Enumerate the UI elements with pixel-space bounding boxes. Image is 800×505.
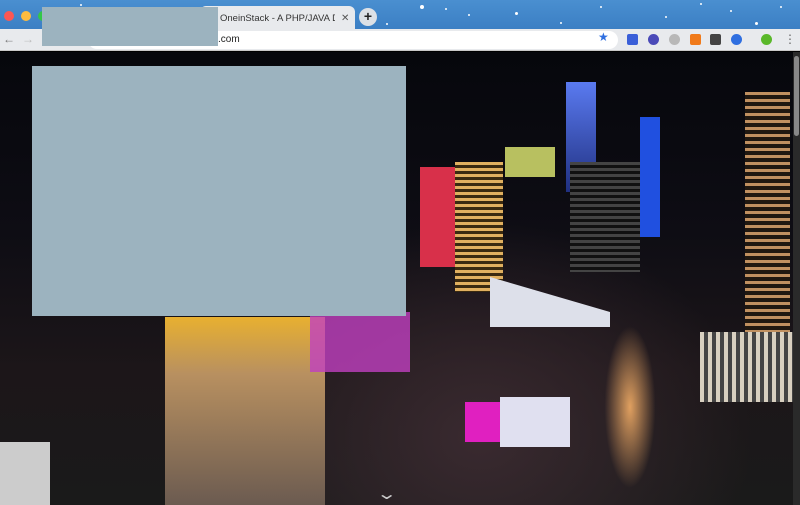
bookmark-star-icon[interactable]: ★ xyxy=(598,30,609,44)
jh-extension-icon[interactable] xyxy=(627,34,638,45)
url-text: .com xyxy=(218,34,240,45)
lifebuoy-extension-icon[interactable] xyxy=(731,34,742,45)
tab-title: OneinStack - A PHP/JAVA Dep xyxy=(220,12,335,24)
redacted-content-region xyxy=(32,66,406,316)
profile-extension-icon[interactable] xyxy=(761,34,772,45)
close-tab-icon[interactable]: ✕ xyxy=(341,13,349,24)
new-tab-button[interactable]: + xyxy=(359,8,377,26)
globe-extension-icon[interactable] xyxy=(648,34,659,45)
orange-extension-icon[interactable] xyxy=(690,34,701,45)
minimize-window-button[interactable] xyxy=(21,11,31,21)
scrollbar-thumb[interactable] xyxy=(794,56,799,136)
scrollbar[interactable] xyxy=(793,52,800,505)
forward-button[interactable]: → xyxy=(22,32,34,46)
qr-code-extension-icon[interactable] xyxy=(710,34,721,45)
gear-extension-icon[interactable] xyxy=(669,34,680,45)
browser-menu-icon[interactable]: ⋮ xyxy=(784,32,796,46)
back-button[interactable]: ← xyxy=(3,32,15,46)
browser-tab[interactable]: OneinStack - A PHP/JAVA Dep ✕ xyxy=(200,6,355,29)
scroll-down-chevron-icon[interactable]: ⌄ xyxy=(376,484,397,504)
redacted-tab-region xyxy=(42,7,218,46)
close-window-button[interactable] xyxy=(4,11,14,21)
